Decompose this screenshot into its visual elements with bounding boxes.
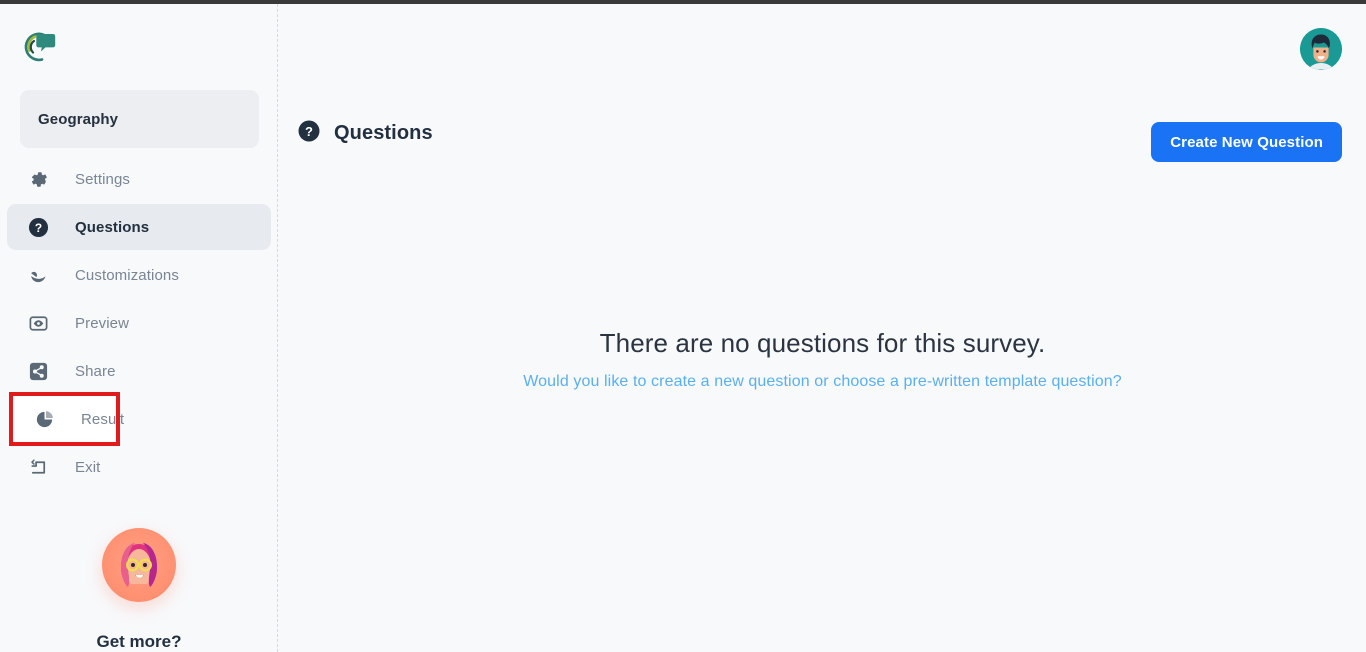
app-root: Geography Settings ? Questions Customiza… [0,0,1366,652]
share-icon [27,360,49,382]
sidebar-item-label: Preview [75,314,130,332]
svg-text:?: ? [305,124,313,139]
woman-with-glasses-emoji [102,528,176,602]
survey-chat-bubble-logo[interactable] [21,28,59,66]
main-content: ? Questions Create New Question There ar… [279,4,1366,652]
sidebar-item-label: Questions [75,218,150,236]
magic-wand-icon [27,264,49,286]
sidebar-item-label: Customizations [75,266,179,284]
gear-icon [27,168,49,190]
eye-icon [27,312,49,334]
sidebar-item-preview[interactable]: Preview [7,300,271,346]
sidebar-item-label: Exit [75,458,101,476]
create-new-question-button[interactable]: Create New Question [1151,122,1342,162]
exit-icon [27,456,49,478]
empty-state: There are no questions for this survey. … [279,328,1366,391]
sidebar-item-settings[interactable]: Settings [7,156,271,202]
survey-name-pill[interactable]: Geography [20,90,259,148]
promo-title: Get more? [96,632,182,651]
sidebar-item-exit[interactable]: Exit [7,444,271,490]
question-mark-icon: ? [298,120,320,147]
sidebar-item-share[interactable]: Share [7,348,271,394]
sidebar-nav: Settings ? Questions Customizations Prev… [0,156,277,492]
page-title-wrap: ? Questions [298,120,433,147]
user-avatar[interactable] [1300,28,1342,70]
sidebar-promo: Get more? [0,528,277,652]
sidebar: Geography Settings ? Questions Customiza… [0,4,278,652]
sidebar-item-label: Result [81,410,125,428]
sidebar-item-customizations[interactable]: Customizations [7,252,271,298]
page-title: Questions [334,122,433,144]
empty-state-title: There are no questions for this survey. [599,328,1046,358]
svg-text:?: ? [34,220,41,234]
empty-state-subtitle-link[interactable]: Would you like to create a new question … [279,373,1366,391]
window-top-bar [0,0,1366,4]
sidebar-item-label: Settings [75,170,130,188]
survey-name-label: Geography [38,110,119,128]
sidebar-item-label: Share [75,362,116,380]
pie-chart-icon [33,408,55,430]
page-header: ? Questions Create New Question [298,116,1342,164]
question-mark-icon: ? [27,216,49,238]
sidebar-item-result[interactable]: Result [9,392,124,446]
sidebar-item-questions[interactable]: ? Questions [7,204,271,250]
